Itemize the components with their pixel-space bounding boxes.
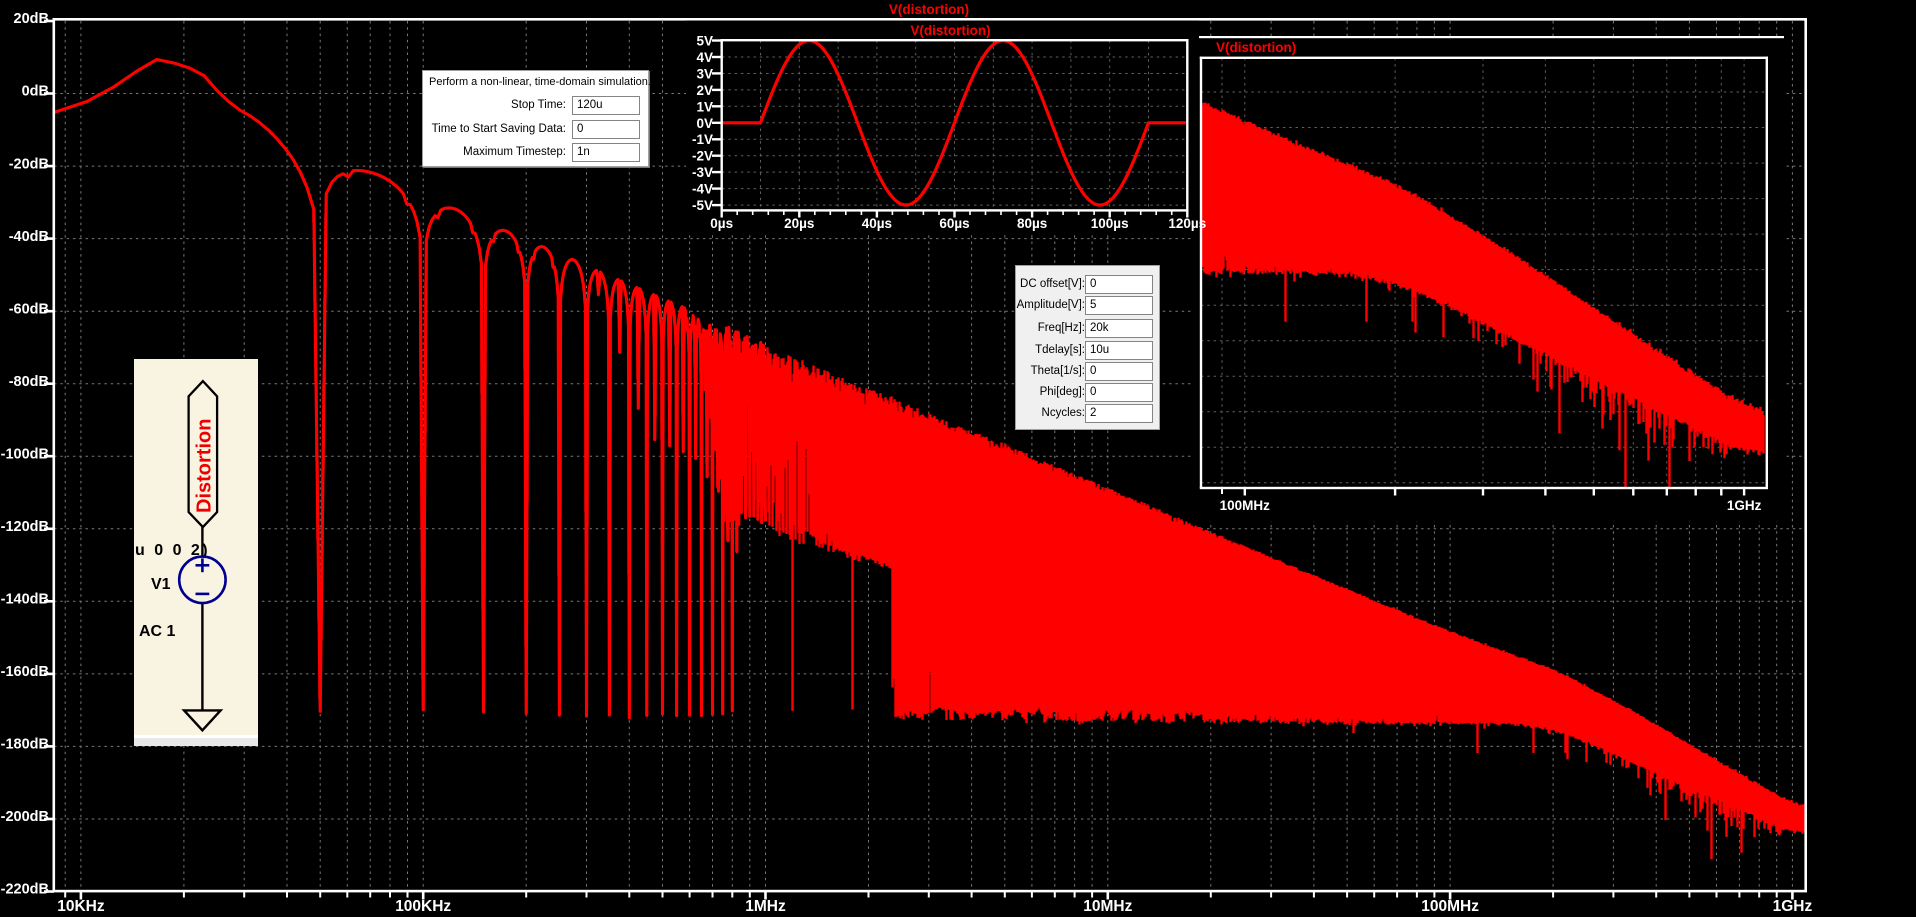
svg-text:-140dB: -140dB — [1, 592, 49, 608]
svg-text:80µs: 80µs — [1017, 216, 1047, 231]
svg-text:10MHz: 10MHz — [1083, 898, 1132, 915]
svg-text:100MHz: 100MHz — [1421, 898, 1479, 915]
svg-text:100µs: 100µs — [1091, 216, 1129, 231]
svg-text:0dB: 0dB — [22, 84, 49, 100]
svg-text:100KHz: 100KHz — [395, 898, 451, 915]
svg-text:-200dB: -200dB — [1, 809, 49, 825]
svg-text:120µs: 120µs — [1168, 216, 1206, 231]
svg-text:-20dB: -20dB — [9, 156, 49, 172]
svg-text:-180dB: -180dB — [1, 737, 49, 753]
svg-text:Distortion: Distortion — [194, 418, 216, 512]
svg-text:V(distortion): V(distortion) — [910, 23, 990, 38]
svg-text:V1: V1 — [151, 576, 171, 593]
svg-text:-100dB: -100dB — [1, 446, 49, 462]
svg-text:1MHz: 1MHz — [745, 898, 786, 915]
svg-text:-220dB: -220dB — [1, 882, 49, 898]
svg-text:-3V: -3V — [692, 165, 713, 180]
svg-text:-4V: -4V — [692, 182, 713, 197]
svg-text:1V: 1V — [696, 99, 713, 114]
svg-text:5V: 5V — [696, 34, 713, 49]
svg-text:40µs: 40µs — [862, 216, 892, 231]
svg-text:100MHz: 100MHz — [1220, 498, 1271, 513]
svg-text:4V: 4V — [696, 50, 713, 65]
svg-text:-120dB: -120dB — [1, 519, 49, 535]
svg-text:-80dB: -80dB — [9, 374, 49, 390]
svg-text:2V: 2V — [696, 83, 713, 98]
svg-text:V(distortion): V(distortion) — [1216, 40, 1296, 55]
svg-text:-60dB: -60dB — [9, 301, 49, 317]
svg-text:20µs: 20µs — [784, 216, 814, 231]
svg-text:0µs: 0µs — [710, 216, 733, 231]
svg-text:-160dB: -160dB — [1, 664, 49, 680]
svg-text:3V: 3V — [696, 67, 713, 82]
svg-text:1GHz: 1GHz — [1727, 498, 1762, 513]
svg-text:1GHz: 1GHz — [1773, 898, 1813, 915]
svg-text:-2V: -2V — [692, 149, 713, 164]
svg-text:-5V: -5V — [692, 198, 713, 213]
svg-text:-40dB: -40dB — [9, 229, 49, 245]
svg-text:-1V: -1V — [692, 132, 713, 147]
svg-text:0V: 0V — [696, 116, 713, 131]
svg-text:10KHz: 10KHz — [57, 898, 105, 915]
svg-text:20dB: 20dB — [14, 11, 49, 27]
svg-text:AC 1: AC 1 — [139, 623, 176, 640]
svg-text:60µs: 60µs — [939, 216, 969, 231]
svg-text:V(distortion): V(distortion) — [889, 2, 969, 17]
